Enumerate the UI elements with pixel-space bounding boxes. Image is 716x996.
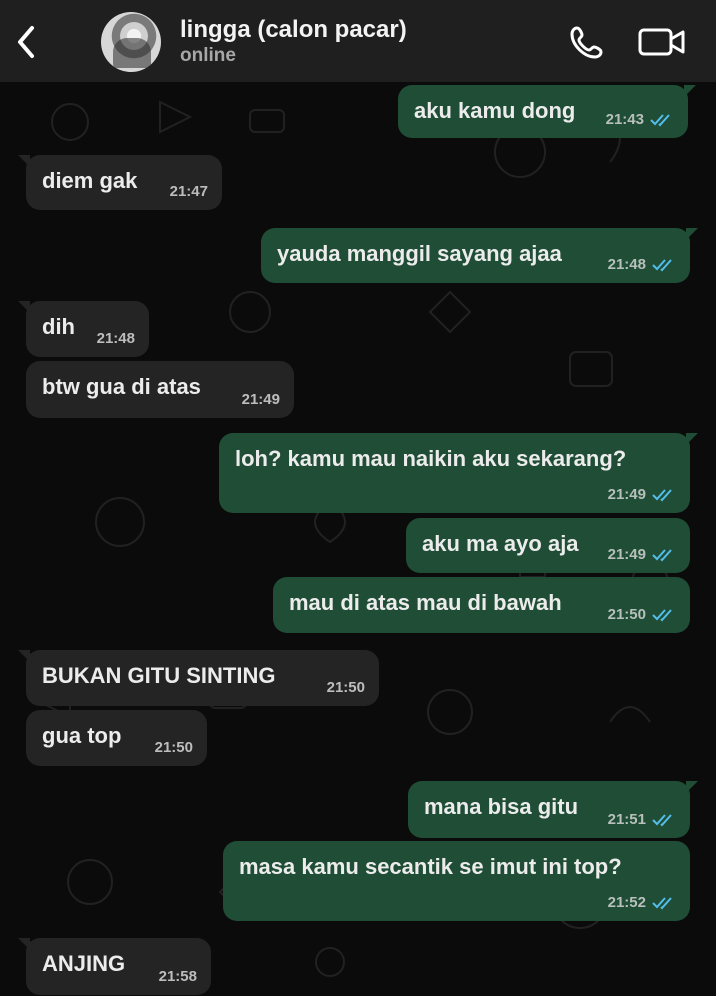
message-time: 21:49 — [607, 546, 646, 563]
message-time: 21:52 — [607, 894, 646, 911]
video-call-button[interactable] — [637, 24, 687, 60]
message-bubble-incoming[interactable]: dih 21:48 — [18, 301, 149, 357]
message-bubble-incoming[interactable]: ANJING 21:58 — [18, 938, 211, 995]
read-receipt-icon — [652, 609, 672, 622]
message-time: 21:49 — [607, 486, 646, 503]
message-text: loh? kamu mau naikin aku sekarang? — [235, 446, 627, 471]
message-bubble-outgoing[interactable]: mau di atas mau di bawah 21:50 — [273, 577, 690, 633]
message-bubble-outgoing[interactable]: yauda manggil sayang ajaa 21:48 — [261, 228, 698, 283]
message-bubble-incoming[interactable]: diem gak 21:47 — [18, 155, 222, 210]
message-bubble-incoming[interactable]: gua top 21:50 — [26, 710, 207, 766]
back-button[interactable] — [10, 22, 42, 62]
contact-name: lingga (calon pacar) — [180, 16, 407, 43]
message-time: 21:58 — [158, 968, 197, 985]
chat-header: lingga (calon pacar) online — [0, 0, 716, 82]
message-bubble-outgoing[interactable]: aku ma ayo aja 21:49 — [406, 518, 690, 573]
video-icon — [638, 28, 685, 56]
message-time: 21:47 — [169, 183, 208, 200]
contact-status: online — [180, 45, 236, 66]
message-time: 21:48 — [607, 256, 646, 273]
message-time: 21:43 — [605, 111, 644, 128]
message-bubble-incoming[interactable]: btw gua di atas 21:49 — [26, 361, 294, 418]
message-time: 21:49 — [241, 391, 280, 408]
message-bubble-incoming[interactable]: BUKAN GITU SINTING 21:50 — [18, 650, 379, 706]
read-receipt-icon — [652, 549, 672, 562]
message-bubble-outgoing[interactable]: aku kamu dong 21:43 — [398, 85, 696, 138]
read-receipt-icon — [652, 259, 672, 272]
message-bubble-outgoing[interactable]: loh? kamu mau naikin aku sekarang? 21:49 — [219, 433, 698, 513]
message-time: 21:51 — [607, 811, 646, 828]
message-time: 21:50 — [154, 739, 193, 756]
message-bubble-outgoing[interactable]: masa kamu secantik se imut ini top? 21:5… — [223, 841, 690, 921]
chat-area[interactable]: aku kamu dong 21:43 diem gak 21:47 yauda… — [0, 82, 716, 996]
read-receipt-icon — [652, 489, 672, 502]
message-time: 21:48 — [96, 330, 135, 347]
read-receipt-icon — [652, 897, 672, 910]
read-receipt-icon — [650, 114, 670, 127]
chevron-left-icon — [18, 26, 34, 58]
message-text: masa kamu secantik se imut ini top? — [239, 854, 622, 879]
message-text: BUKAN GITU SINTING — [42, 663, 276, 688]
voice-call-button[interactable] — [567, 22, 607, 62]
phone-icon — [570, 26, 603, 59]
message-bubble-outgoing[interactable]: mana bisa gitu 21:51 — [408, 781, 698, 838]
read-receipt-icon — [652, 814, 672, 827]
contact-info[interactable]: lingga (calon pacar) online — [180, 15, 407, 67]
contact-avatar[interactable] — [101, 12, 161, 72]
message-time: 21:50 — [607, 606, 646, 623]
message-time: 21:50 — [326, 679, 365, 696]
